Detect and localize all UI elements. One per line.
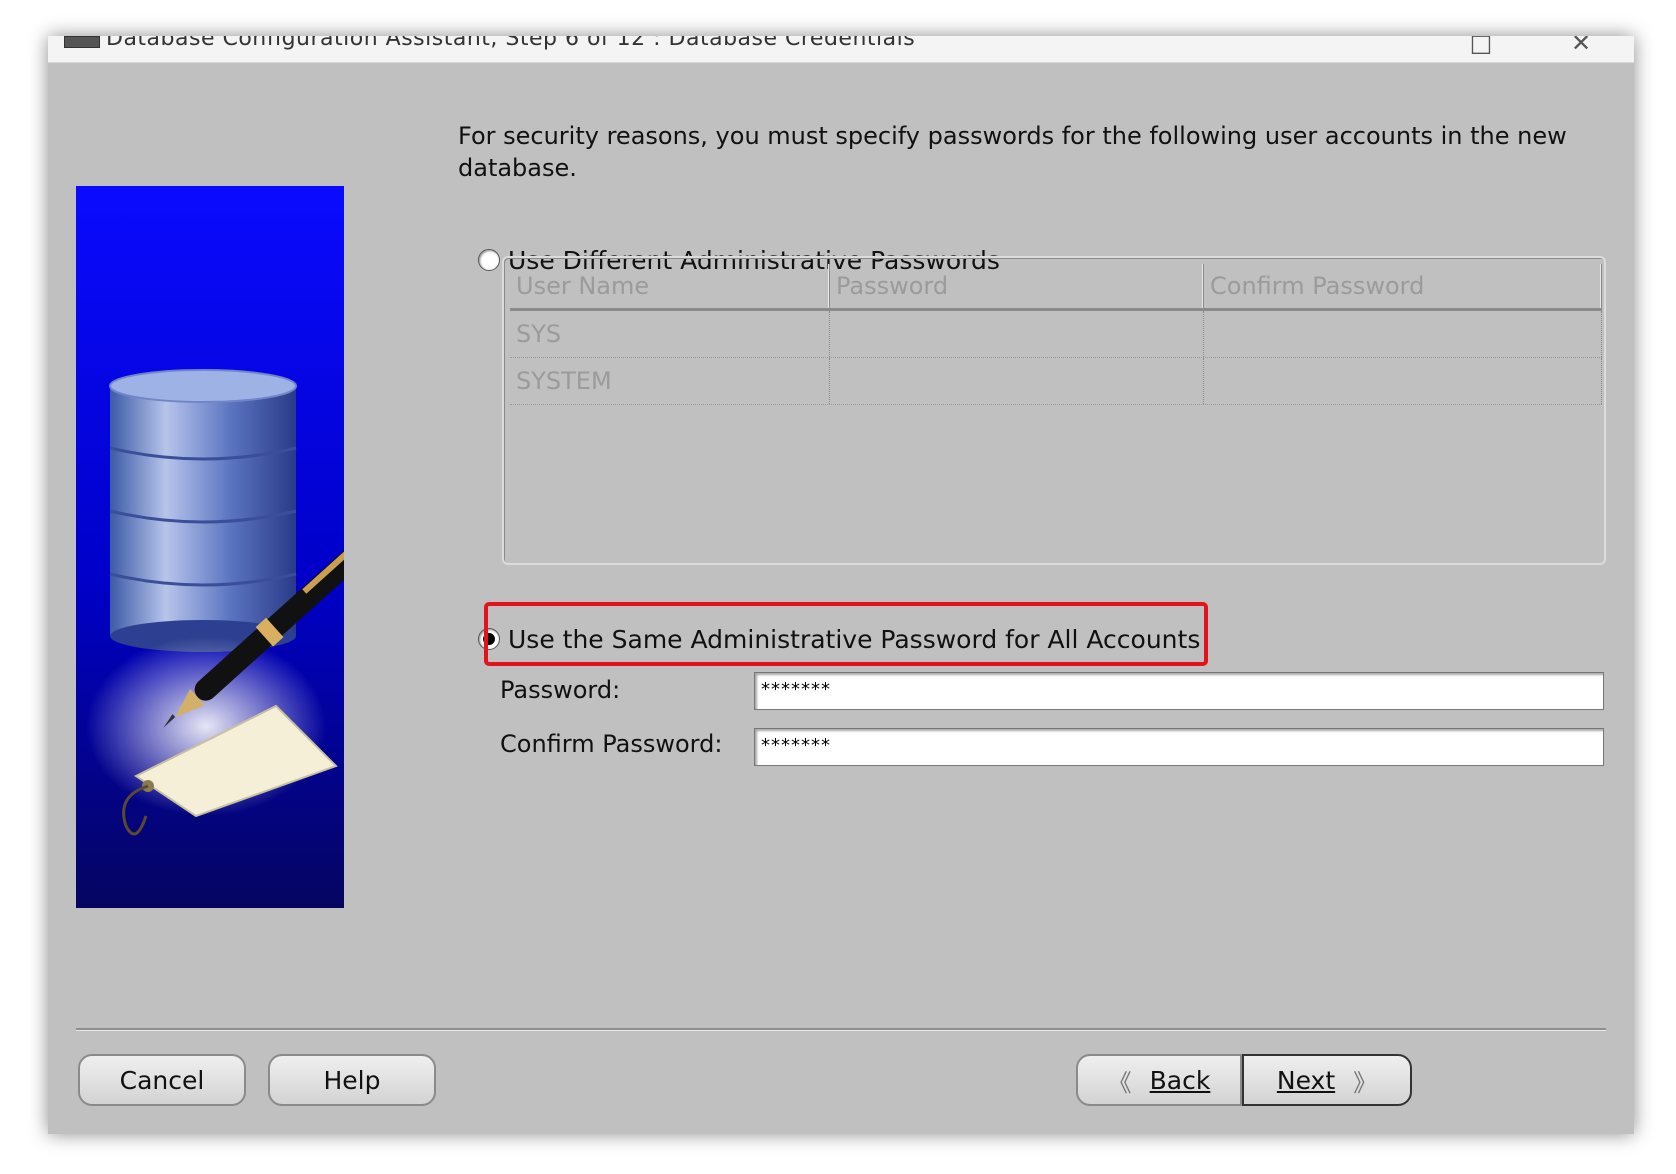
chevron-right-icon: 》 xyxy=(1353,1068,1378,1097)
cell-confirm-password xyxy=(1204,311,1602,357)
cell-password xyxy=(830,311,1204,357)
table-row: SYSTEM xyxy=(510,358,1602,405)
app-icon xyxy=(64,36,100,48)
database-pen-image xyxy=(76,186,344,908)
window-title: Database Configuration Assistant, Step 6… xyxy=(106,36,916,51)
close-icon[interactable]: ✕ xyxy=(1566,36,1596,58)
cell-confirm-password xyxy=(1204,358,1602,404)
confirm-password-label: Confirm Password: xyxy=(500,730,723,758)
cell-user-name: SYS xyxy=(510,311,830,357)
confirm-password-field[interactable]: ******* xyxy=(754,728,1604,766)
cell-password xyxy=(830,358,1204,404)
red-highlight-box xyxy=(484,602,1208,666)
next-button[interactable]: Next 》 xyxy=(1242,1054,1412,1106)
database-illustration xyxy=(76,186,344,908)
back-button[interactable]: 《 Back xyxy=(1076,1054,1242,1106)
help-button[interactable]: Help xyxy=(268,1054,436,1106)
column-confirm-password: Confirm Password xyxy=(1204,264,1602,308)
cell-user-name: SYSTEM xyxy=(510,358,830,404)
title-bar: Database Configuration Assistant, Step 6… xyxy=(48,36,1634,63)
footer-separator xyxy=(76,1028,1606,1031)
intro-text: For security reasons, you must specify p… xyxy=(458,122,1567,182)
credentials-table: User Name Password Confirm Password SYS … xyxy=(502,256,1606,565)
table-row: SYS xyxy=(510,311,1602,358)
maximize-icon[interactable]: □ xyxy=(1466,36,1496,58)
back-label: Back xyxy=(1149,1065,1211,1095)
radio-different-passwords[interactable] xyxy=(478,249,500,271)
credentials-grid: User Name Password Confirm Password SYS … xyxy=(510,264,1602,405)
dca-window: Database Configuration Assistant, Step 6… xyxy=(48,36,1634,1134)
column-password: Password xyxy=(830,264,1204,308)
password-label: Password: xyxy=(500,676,621,704)
cancel-button[interactable]: Cancel xyxy=(78,1054,246,1106)
help-label: Help xyxy=(323,1065,381,1095)
password-field[interactable]: ******* xyxy=(754,672,1604,710)
next-label: Next xyxy=(1276,1065,1336,1095)
chevron-left-icon: 《 xyxy=(1107,1068,1132,1097)
table-header: User Name Password Confirm Password xyxy=(510,264,1602,311)
cancel-label: Cancel xyxy=(119,1065,205,1095)
column-user-name: User Name xyxy=(510,264,830,308)
